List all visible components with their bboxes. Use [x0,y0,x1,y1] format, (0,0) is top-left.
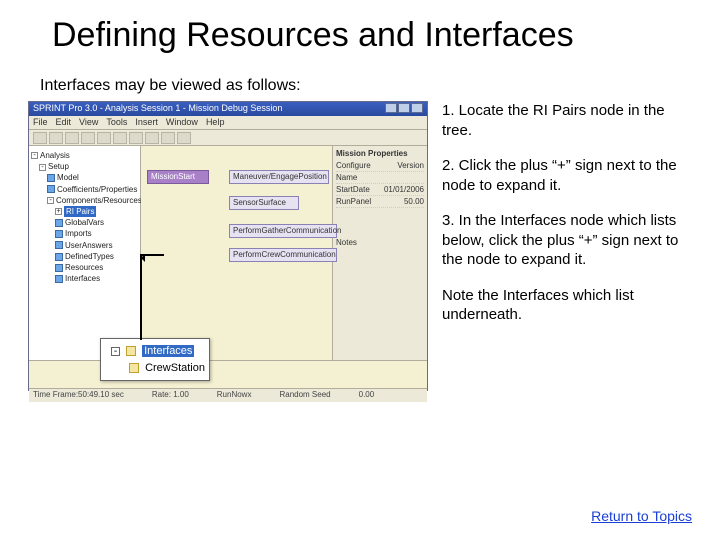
tree-node[interactable]: Interfaces [65,274,100,283]
node-icon [55,230,63,238]
toolbar [29,130,427,146]
tree-node[interactable]: Imports [65,229,92,238]
toolbar-button[interactable] [145,132,159,144]
flow-block[interactable]: MissionStart [147,170,209,184]
properties-panel: Mission Properties Configure Version Name… [333,146,427,360]
prop-key: StartDate [336,185,370,194]
flow-block[interactable]: SensorSurface [229,196,299,210]
callout-child-label[interactable]: CrewStation [145,362,205,374]
notes-label: Notes [336,238,424,247]
toolbar-button[interactable] [161,132,175,144]
node-icon [55,264,63,272]
expand-icon[interactable]: + [55,208,62,215]
return-to-topics-link[interactable]: Return to Topics [591,508,692,524]
toolbar-button[interactable] [113,132,127,144]
callout-popup: - Interfaces CrewStation [100,338,210,381]
toolbar-button[interactable] [65,132,79,144]
page-title: Defining Resources and Interfaces [52,16,692,55]
step-2: 2. Click the plus “+” sign next to the n… [442,156,692,195]
menu-insert[interactable]: Insert [135,117,158,128]
tree-node[interactable]: DefinedTypes [65,252,114,261]
prop-key: Name [336,173,357,182]
tree-node[interactable]: Analysis [40,151,70,160]
window-titlebar: SPRINT Pro 3.0 - Analysis Session 1 - Mi… [29,102,427,116]
window-title: SPRINT Pro 3.0 - Analysis Session 1 - Mi… [33,103,282,115]
flow-block[interactable]: Maneuver/EngagePosition [229,170,329,184]
folder-icon [126,346,136,356]
node-icon [47,185,55,193]
toolbar-button[interactable] [49,132,63,144]
callout-interfaces-label[interactable]: Interfaces [142,345,194,357]
maximize-icon[interactable] [398,103,410,113]
step-3: 3. In the Interfaces node which lists be… [442,211,692,270]
status-bar: Time Frame:50:49.10 sec Rate: 1.00 RunNo… [29,388,427,402]
status-item: 0.00 [359,390,375,401]
expand-icon[interactable]: - [31,152,38,159]
node-icon [55,253,63,261]
tree-node[interactable]: UserAnswers [65,241,113,250]
tree-node[interactable]: Coefficients/Properties [57,185,137,194]
tree-node[interactable]: Setup [48,162,69,171]
status-item: Time Frame:50:49.10 sec [33,390,124,401]
menu-window[interactable]: Window [166,117,198,128]
tree-node[interactable]: GlobalVars [65,218,104,227]
tree-node[interactable]: Model [57,173,79,182]
minimize-icon[interactable] [385,103,397,113]
prop-val: 50.00 [404,197,424,206]
app-screenshot: SPRINT Pro 3.0 - Analysis Session 1 - Mi… [28,101,428,391]
flow-block[interactable]: PerformGatherCommunication [229,224,337,238]
menu-file[interactable]: File [33,117,48,128]
toolbar-button[interactable] [97,132,111,144]
menu-view[interactable]: View [79,117,98,128]
prop-val: Version [397,161,424,170]
expand-icon[interactable]: - [47,197,54,204]
step-1: 1. Locate the RI Pairs node in the tree. [442,101,692,140]
menubar: File Edit View Tools Insert Window Help [29,116,427,130]
canvas-panel[interactable]: MissionStart Maneuver/EngagePosition Sen… [141,146,333,360]
menu-help[interactable]: Help [206,117,225,128]
tree-node[interactable]: Resources [65,263,103,272]
step-note: Note the Interfaces which list underneat… [442,286,692,325]
toolbar-button[interactable] [129,132,143,144]
close-icon[interactable] [411,103,423,113]
intro-text: Interfaces may be viewed as follows: [40,77,692,95]
flow-block[interactable]: PerformCrewCommunication [229,248,337,262]
prop-key: Configure [336,161,371,170]
node-icon [47,174,55,182]
collapse-icon[interactable]: - [111,347,120,356]
item-icon [129,363,139,373]
tree-node-ri-pairs[interactable]: RI Pairs [64,206,96,217]
status-item: RunNowx [217,390,252,401]
node-icon [55,275,63,283]
toolbar-button[interactable] [33,132,47,144]
node-icon [55,241,63,249]
properties-header: Mission Properties [336,149,424,158]
node-icon [55,219,63,227]
status-item: Random Seed [279,390,330,401]
instruction-text: 1. Locate the RI Pairs node in the tree.… [442,101,692,391]
toolbar-button[interactable] [177,132,191,144]
prop-val: 01/01/2006 [384,185,424,194]
menu-tools[interactable]: Tools [106,117,127,128]
lower-panel [29,360,427,388]
toolbar-button[interactable] [81,132,95,144]
status-item: Rate: 1.00 [152,390,189,401]
expand-icon[interactable]: - [39,164,46,171]
menu-edit[interactable]: Edit [56,117,72,128]
tree-panel[interactable]: -Analysis -Setup Model Coefficients/Prop… [29,146,141,360]
prop-key: RunPanel [336,197,371,206]
